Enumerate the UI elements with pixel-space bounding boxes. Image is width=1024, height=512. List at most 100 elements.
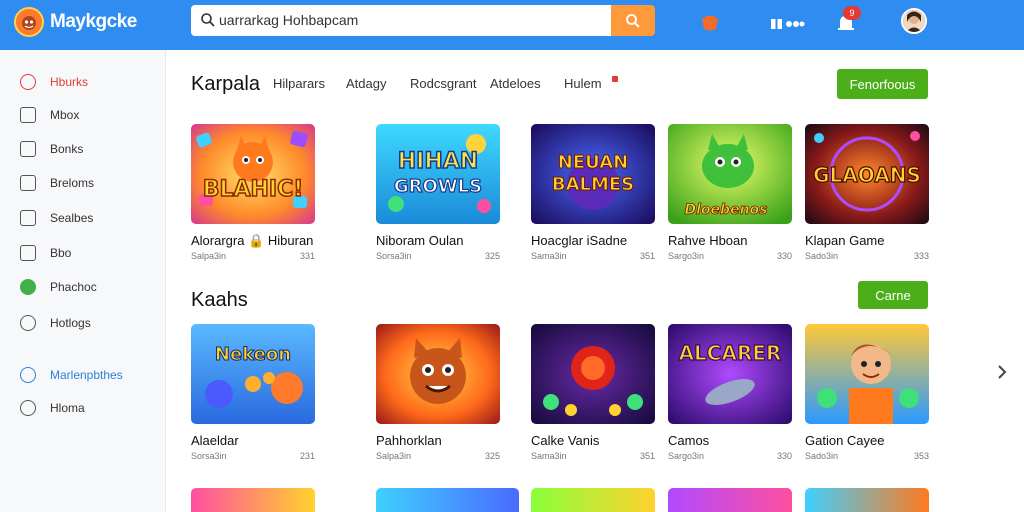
game-title[interactable]: Rahve Hboan bbox=[668, 233, 748, 248]
game-players: Sado3in bbox=[805, 451, 839, 461]
game-card[interactable]: Gation Cayee Sado3in 353 bbox=[805, 324, 929, 461]
game-thumbnail[interactable]: Dloebenos bbox=[668, 124, 792, 224]
game-meta: Sorsa3in 231 bbox=[191, 451, 315, 461]
sidebar-item-sealbes[interactable]: Sealbes bbox=[20, 208, 93, 228]
tab-hilparars[interactable]: Hilparars bbox=[273, 76, 325, 91]
thumbnail-subtitle: BALMES bbox=[552, 174, 634, 195]
sidebar-item-label: Hloma bbox=[50, 401, 85, 415]
game-meta: Sama3in 351 bbox=[531, 451, 655, 461]
game-title[interactable]: Hoacglar iSadne bbox=[531, 233, 627, 248]
game-thumbnail[interactable] bbox=[531, 488, 655, 512]
section-title: Karpala bbox=[191, 73, 260, 95]
search-icon bbox=[201, 13, 215, 27]
game-thumbnail[interactable]: ALCARER bbox=[668, 324, 792, 424]
game-count: 351 bbox=[639, 251, 655, 261]
game-card[interactable]: Calke Vanis Sama3in 351 bbox=[531, 324, 655, 461]
game-card[interactable]: Dloebenos Rahve Hboan Sargo3in 330 bbox=[668, 124, 792, 261]
game-count: 330 bbox=[776, 251, 792, 261]
game-card[interactable]: GLAOANS Klapan Game Sado3in 333 bbox=[805, 124, 929, 261]
sidebar-item-hloma[interactable]: Hloma bbox=[20, 398, 85, 418]
app-brand[interactable]: Maykgcke bbox=[50, 11, 137, 33]
game-thumbnail[interactable] bbox=[376, 488, 519, 512]
sidebar-item-mbox[interactable]: Mbox bbox=[20, 105, 79, 125]
download-icon bbox=[20, 175, 36, 191]
globe-icon bbox=[20, 367, 36, 383]
game-thumbnail[interactable]: HIHAN GROWLS bbox=[376, 124, 500, 224]
tab-hulem[interactable]: Hulem bbox=[564, 76, 602, 91]
gift-icon[interactable] bbox=[767, 10, 807, 36]
game-thumbnail[interactable] bbox=[376, 324, 500, 424]
more-button[interactable]: Carne bbox=[858, 281, 928, 309]
game-title[interactable]: Gation Cayee bbox=[805, 433, 885, 448]
sidebar-item-hburks[interactable]: Hburks bbox=[20, 72, 88, 92]
search-button[interactable] bbox=[611, 5, 655, 36]
game-count: 333 bbox=[913, 251, 929, 261]
sidebar-item-label: Hburks bbox=[50, 75, 89, 89]
game-meta: Sado3in 333 bbox=[805, 251, 929, 261]
game-thumbnail[interactable] bbox=[668, 488, 792, 512]
app-logo[interactable] bbox=[14, 7, 44, 37]
settings-icon bbox=[20, 400, 36, 416]
game-players: Sorsa3in bbox=[376, 251, 412, 261]
avatar[interactable] bbox=[901, 8, 927, 34]
thumbnail-title: HIHAN bbox=[398, 149, 478, 174]
game-thumbnail[interactable]: Nekeon bbox=[191, 324, 315, 424]
game-title[interactable]: Niboram Oulan bbox=[376, 233, 463, 248]
game-title[interactable]: Alorargra 🔒 Hiburan bbox=[191, 233, 313, 249]
game-thumbnail[interactable] bbox=[191, 488, 315, 512]
game-thumbnail[interactable] bbox=[805, 488, 929, 512]
game-thumbnail[interactable] bbox=[805, 324, 929, 424]
sidebar-item-label: Breloms bbox=[50, 176, 95, 190]
game-thumbnail[interactable]: GLAOANS bbox=[805, 124, 929, 224]
game-players: Sorsa3in bbox=[191, 451, 227, 461]
section-title: Kaahs bbox=[191, 289, 248, 311]
game-title[interactable]: Camos bbox=[668, 433, 709, 448]
tab-atdeloes[interactable]: Atdeloes bbox=[490, 76, 541, 91]
game-title[interactable]: Pahhorklan bbox=[376, 433, 442, 448]
game-controller-icon[interactable] bbox=[697, 10, 723, 36]
thumbnail-title: Nekeon bbox=[215, 344, 291, 365]
game-title[interactable]: Klapan Game bbox=[805, 233, 885, 248]
game-card[interactable]: HIHAN GROWLS Niboram Oulan Sorsa3in 325 bbox=[376, 124, 500, 261]
game-title[interactable]: Alaeldar bbox=[191, 433, 239, 448]
sidebar-item-bonks[interactable]: Bonks bbox=[20, 139, 83, 159]
game-count: 325 bbox=[484, 451, 500, 461]
game-card[interactable]: Pahhorklan Salpa3in 325 bbox=[376, 324, 500, 461]
sidebar-item-phachoc[interactable]: Phachoc bbox=[20, 277, 97, 297]
game-players: Sado3in bbox=[805, 251, 839, 261]
search-input[interactable] bbox=[219, 9, 599, 31]
featured-button[interactable]: Fenorfoous bbox=[837, 69, 928, 99]
thumbnail-title: ALCARER bbox=[679, 341, 782, 365]
smiley-icon bbox=[20, 210, 36, 226]
game-card[interactable]: Nekeon Alaeldar Sorsa3in 231 bbox=[191, 324, 315, 461]
sidebar-item-marlenpbthes[interactable]: Marlenpbthes bbox=[20, 365, 123, 385]
sidebar-item-bbo[interactable]: Bbo bbox=[20, 243, 71, 263]
sidebar-item-hotlogs[interactable]: Hotlogs bbox=[20, 313, 91, 333]
chevron-right-icon[interactable] bbox=[996, 364, 1008, 380]
book-icon bbox=[20, 141, 36, 157]
game-meta: Sorsa3in 325 bbox=[376, 251, 500, 261]
sidebar-item-breloms[interactable]: Breloms bbox=[20, 173, 94, 193]
game-thumbnail[interactable]: BLAHIC! bbox=[191, 124, 315, 224]
search-icon bbox=[626, 13, 640, 28]
game-meta: Sado3in 353 bbox=[805, 451, 929, 461]
thumbnail-title: BLAHIC! bbox=[203, 177, 304, 202]
sidebar-item-label: Bbo bbox=[50, 246, 72, 260]
game-thumbnail[interactable]: NEUAN BALMES bbox=[531, 124, 655, 224]
game-card[interactable]: BLAHIC! Alorargra 🔒 Hiburan Salpa3in 331 bbox=[191, 124, 315, 261]
sidebar-item-label: Bonks bbox=[50, 142, 84, 156]
game-title[interactable]: Calke Vanis bbox=[531, 433, 599, 448]
game-count: 231 bbox=[299, 451, 315, 461]
game-thumbnail[interactable] bbox=[531, 324, 655, 424]
thumbnail-title: GLAOANS bbox=[813, 163, 921, 187]
tab-rodcsgrant[interactable]: Rodcsgrant bbox=[410, 76, 476, 91]
notification-badge: 9 bbox=[843, 6, 861, 20]
sidebar-item-label: Marlenpbthes bbox=[50, 368, 123, 382]
game-card[interactable]: ALCARER Camos Sargo3in 330 bbox=[668, 324, 792, 461]
thumbnail-subtitle: GROWLS bbox=[394, 176, 482, 197]
tab-atdagy[interactable]: Atdagy bbox=[346, 76, 386, 91]
game-meta: Sama3in 351 bbox=[531, 251, 655, 261]
game-card[interactable]: NEUAN BALMES Hoacglar iSadne Sama3in 351 bbox=[531, 124, 655, 261]
game-count: 351 bbox=[639, 451, 655, 461]
game-count: 330 bbox=[776, 451, 792, 461]
